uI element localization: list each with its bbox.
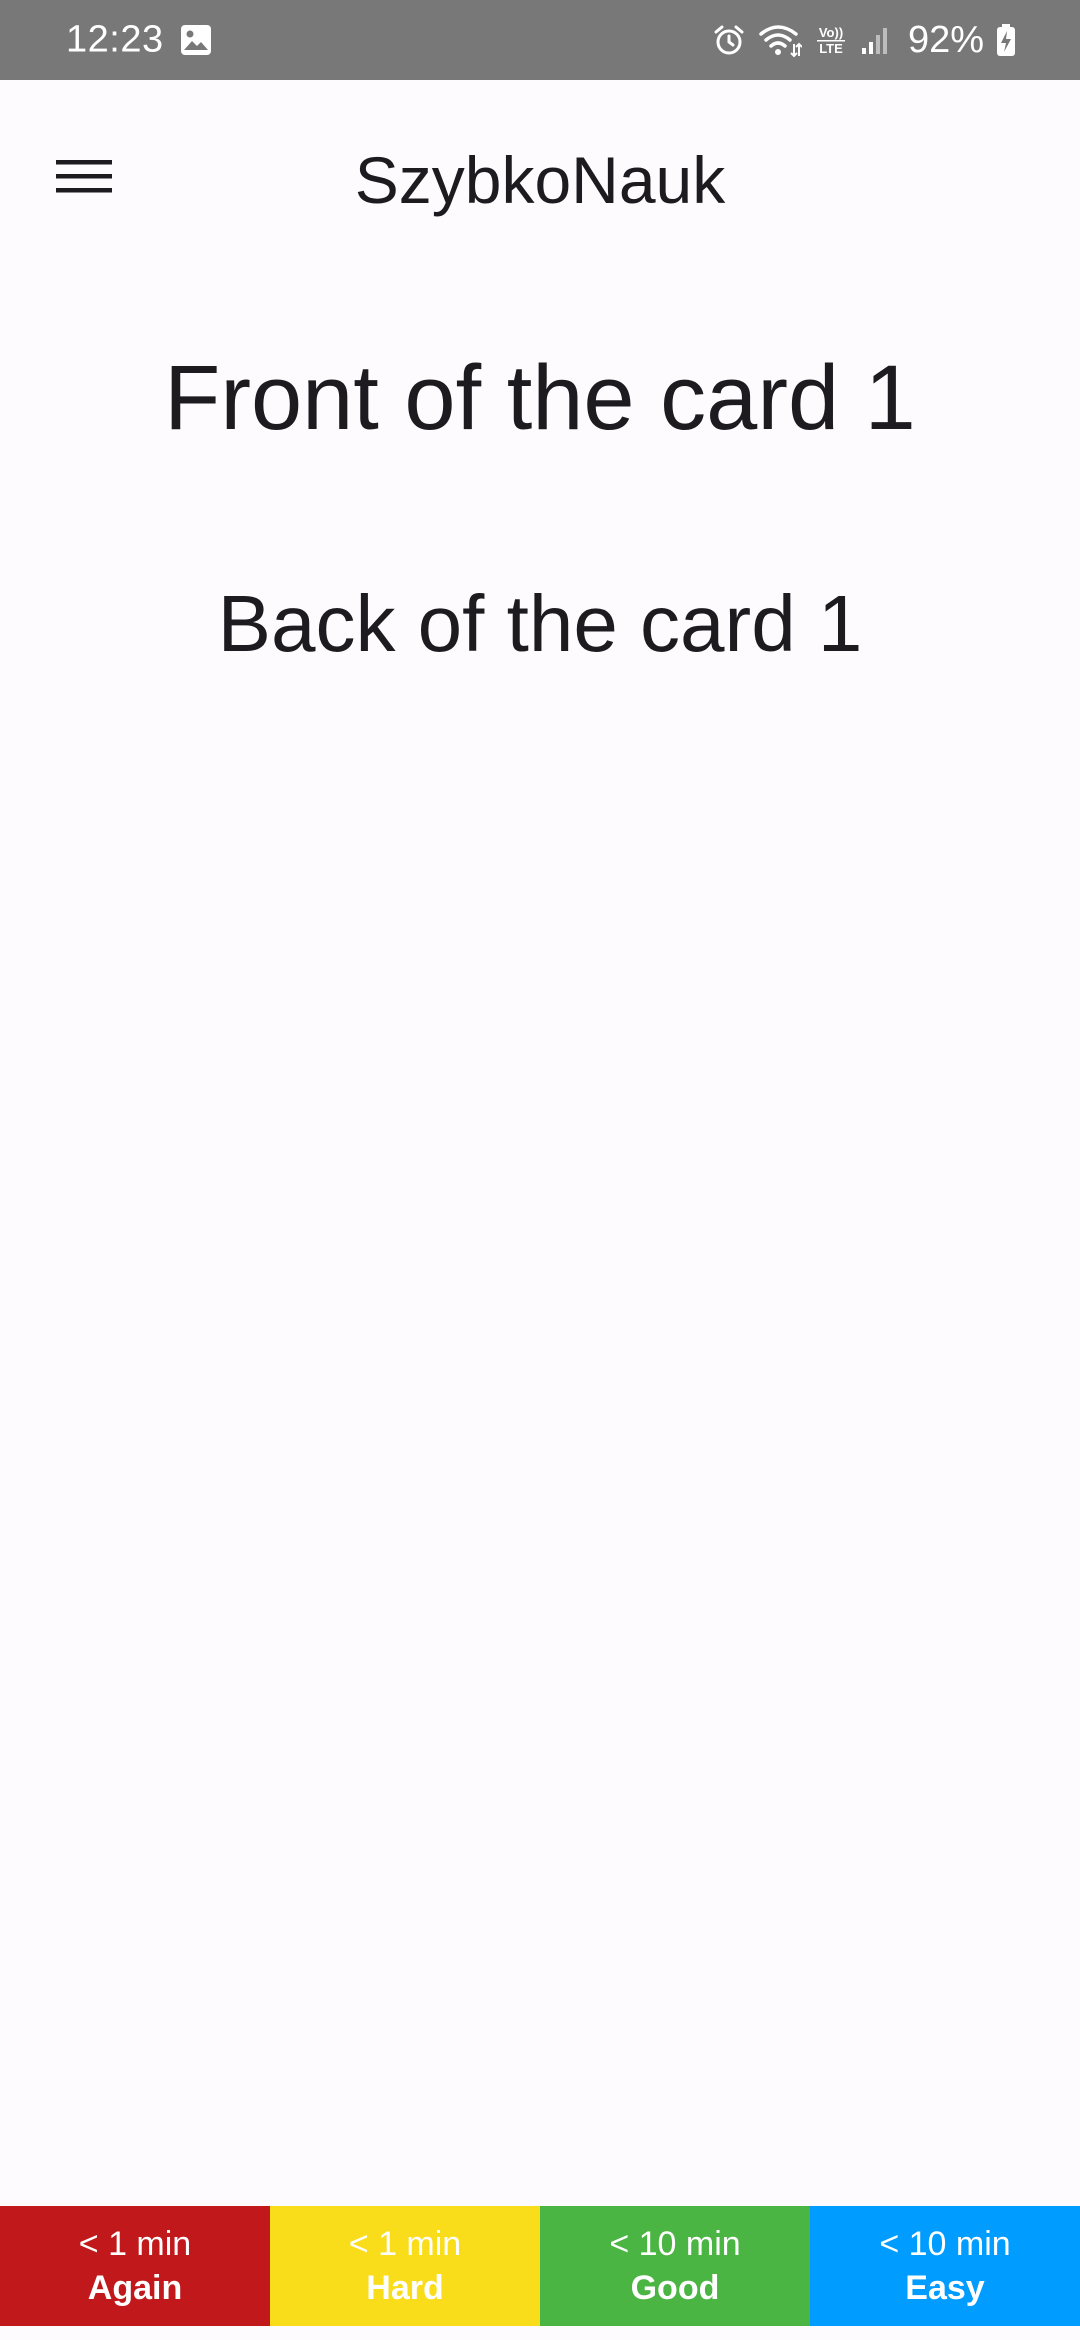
card-front-text: Front of the card 1 bbox=[164, 347, 916, 449]
navigation-bar-area bbox=[0, 2326, 1080, 2340]
answer-bar: < 1 min Again < 1 min Hard < 10 min Good… bbox=[0, 2206, 1080, 2326]
battery-charging-icon bbox=[996, 23, 1016, 57]
volte-icon: Vo)) LTE bbox=[814, 23, 848, 57]
status-icons: Vo)) LTE 92% bbox=[712, 0, 1016, 80]
svg-text:Vo)): Vo)) bbox=[819, 25, 843, 40]
hard-button[interactable]: < 1 min Hard bbox=[270, 2206, 540, 2326]
app-title: SzybkoNauk bbox=[354, 143, 726, 217]
status-time: 12:23 bbox=[66, 18, 164, 61]
easy-interval: < 10 min bbox=[879, 2225, 1011, 2263]
easy-label: Easy bbox=[905, 2269, 985, 2307]
good-button[interactable]: < 10 min Good bbox=[540, 2206, 810, 2326]
again-button[interactable]: < 1 min Again bbox=[0, 2206, 270, 2326]
svg-text:LTE: LTE bbox=[819, 41, 843, 56]
card-back-text: Back of the card 1 bbox=[217, 579, 863, 668]
wifi-icon bbox=[758, 22, 802, 58]
status-bar: 12:23 Vo)) LTE 92% bbox=[0, 0, 1080, 80]
easy-button[interactable]: < 10 min Easy bbox=[810, 2206, 1080, 2326]
hard-interval: < 1 min bbox=[348, 2225, 462, 2263]
signal-icon bbox=[860, 24, 892, 56]
app-bar: SzybkoNauk bbox=[0, 80, 1080, 276]
good-interval: < 10 min bbox=[609, 2225, 741, 2263]
again-label: Again bbox=[87, 2269, 183, 2307]
battery-percent: 92% bbox=[907, 18, 984, 61]
hard-label: Hard bbox=[366, 2269, 444, 2307]
image-icon bbox=[180, 24, 212, 56]
again-interval: < 1 min bbox=[78, 2225, 192, 2263]
good-label: Good bbox=[630, 2269, 720, 2307]
alarm-icon bbox=[712, 23, 746, 57]
